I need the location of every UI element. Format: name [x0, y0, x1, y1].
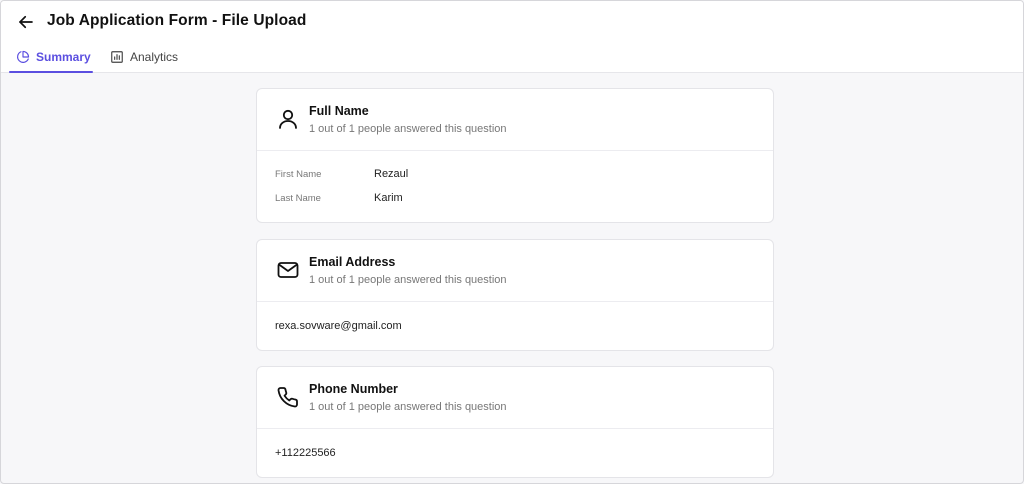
arrow-left-icon	[17, 13, 35, 31]
card-header: Full Name 1 out of 1 people answered thi…	[257, 89, 773, 151]
user-icon	[275, 106, 301, 132]
question-title: Full Name	[309, 104, 369, 118]
card-header: Phone Number 1 out of 1 people answered …	[257, 367, 773, 429]
phone-answer: +112225566	[275, 447, 336, 459]
bar-chart-icon	[110, 50, 124, 64]
card-header: Email Address 1 out of 1 people answered…	[257, 240, 773, 302]
last-name-value: Karim	[374, 192, 403, 204]
last-name-label: Last Name	[275, 193, 321, 204]
question-card-phone: Phone Number 1 out of 1 people answered …	[256, 366, 774, 478]
page-header: Job Application Form - File Upload Summa…	[1, 1, 1023, 73]
back-button[interactable]	[15, 11, 37, 33]
first-name-value: Rezaul	[374, 168, 409, 180]
mail-icon	[275, 257, 301, 283]
response-count: 1 out of 1 people answered this question	[309, 274, 507, 286]
page-title: Job Application Form - File Upload	[47, 12, 307, 29]
question-card-email: Email Address 1 out of 1 people answered…	[256, 239, 774, 351]
phone-icon	[275, 384, 301, 410]
question-card-full-name: Full Name 1 out of 1 people answered thi…	[256, 88, 774, 223]
first-name-label: First Name	[275, 169, 322, 180]
tab-summary[interactable]: Summary	[9, 41, 93, 73]
question-title: Phone Number	[309, 382, 398, 396]
response-count: 1 out of 1 people answered this question	[309, 123, 507, 135]
tab-summary-label: Summary	[36, 49, 91, 64]
tab-analytics[interactable]: Analytics	[110, 41, 178, 72]
question-title: Email Address	[309, 255, 396, 269]
tab-analytics-label: Analytics	[130, 49, 179, 64]
response-count: 1 out of 1 people answered this question	[309, 401, 507, 413]
email-answer: rexa.sovware@gmail.com	[275, 320, 402, 332]
pie-chart-icon	[16, 50, 30, 64]
app-window: Job Application Form - File Upload Summa…	[0, 0, 1024, 484]
